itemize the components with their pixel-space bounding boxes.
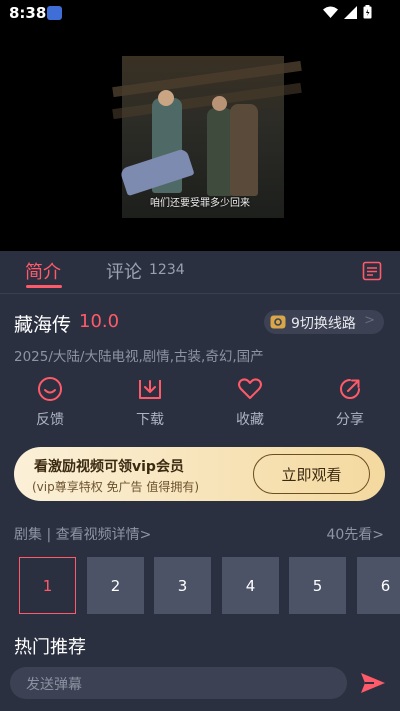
app-notification-icon <box>47 6 62 20</box>
show-score: 10.0 <box>79 311 120 332</box>
signal-icon <box>344 5 357 19</box>
status-bar: 8:38 <box>0 0 400 26</box>
video-player[interactable]: 咱们还要受罪多少回来 <box>0 26 400 251</box>
episode-item[interactable]: 6 <box>357 557 400 614</box>
battery-icon <box>363 5 372 19</box>
wifi-icon <box>323 6 338 18</box>
send-icon[interactable] <box>360 671 386 695</box>
show-tags: 2025/大陆/大陆电视,剧情,古装,奇幻,国产 <box>14 349 264 365</box>
system-icons <box>323 5 372 19</box>
hot-recommend-heading: 热门推荐 <box>14 637 86 658</box>
favorite-button[interactable]: 收藏 <box>220 376 280 429</box>
chevron-right-icon: > <box>364 313 375 328</box>
episode-item[interactable]: 4 <box>222 557 279 614</box>
feedback-button[interactable]: 反馈 <box>20 376 80 429</box>
tab-intro[interactable]: 简介 <box>25 258 61 284</box>
download-icon <box>139 380 161 399</box>
vip-reward-banner: 看激励视频可领vip会员 (vip尊享特权 免广告 值得拥有) 立即观看 <box>14 447 385 501</box>
danmu-input[interactable]: 发送弹幕 <box>10 667 347 699</box>
danmu-placeholder: 发送弹幕 <box>26 677 82 693</box>
download-label: 下载 <box>136 412 164 428</box>
status-time: 8:38 <box>9 4 47 22</box>
episodes-header-link[interactable]: 剧集 | 查看视频详情> <box>14 524 151 544</box>
share-label: 分享 <box>336 412 364 428</box>
preview-link[interactable]: 40先看> <box>326 524 384 544</box>
episode-item[interactable]: 2 <box>87 557 144 614</box>
tab-active-indicator <box>26 285 62 288</box>
vip-subtitle: (vip尊享特权 免广告 值得拥有) <box>32 480 200 494</box>
video-subtitle: 咱们还要受罪多少回来 <box>150 198 250 209</box>
show-title: 藏海传 <box>14 314 72 336</box>
feedback-label: 反馈 <box>36 412 64 428</box>
document-list-icon[interactable] <box>362 261 382 281</box>
episode-list: 1 2 3 4 5 6 <box>19 557 400 614</box>
tab-comments[interactable]: 评论 <box>106 258 142 284</box>
heart-icon <box>238 378 262 399</box>
favorite-label: 收藏 <box>236 412 264 428</box>
episode-item[interactable]: 3 <box>154 557 211 614</box>
detail-tabs: 简介 评论 1234 <box>0 251 400 294</box>
episode-item[interactable]: 5 <box>289 557 346 614</box>
episode-item[interactable]: 1 <box>19 557 76 614</box>
share-icon <box>340 379 360 399</box>
share-button[interactable]: 分享 <box>320 376 380 429</box>
switch-route-label: 9切换线路 <box>291 316 356 332</box>
comment-count: 1234 <box>149 262 185 278</box>
vip-title: 看激励视频可领vip会员 <box>34 459 184 475</box>
route-switch-icon <box>270 315 286 329</box>
download-button[interactable]: 下载 <box>120 376 180 429</box>
watch-now-button[interactable]: 立即观看 <box>253 454 370 494</box>
switch-route-button[interactable]: 9切换线路 > <box>264 310 384 334</box>
feedback-smile-icon <box>38 377 62 401</box>
